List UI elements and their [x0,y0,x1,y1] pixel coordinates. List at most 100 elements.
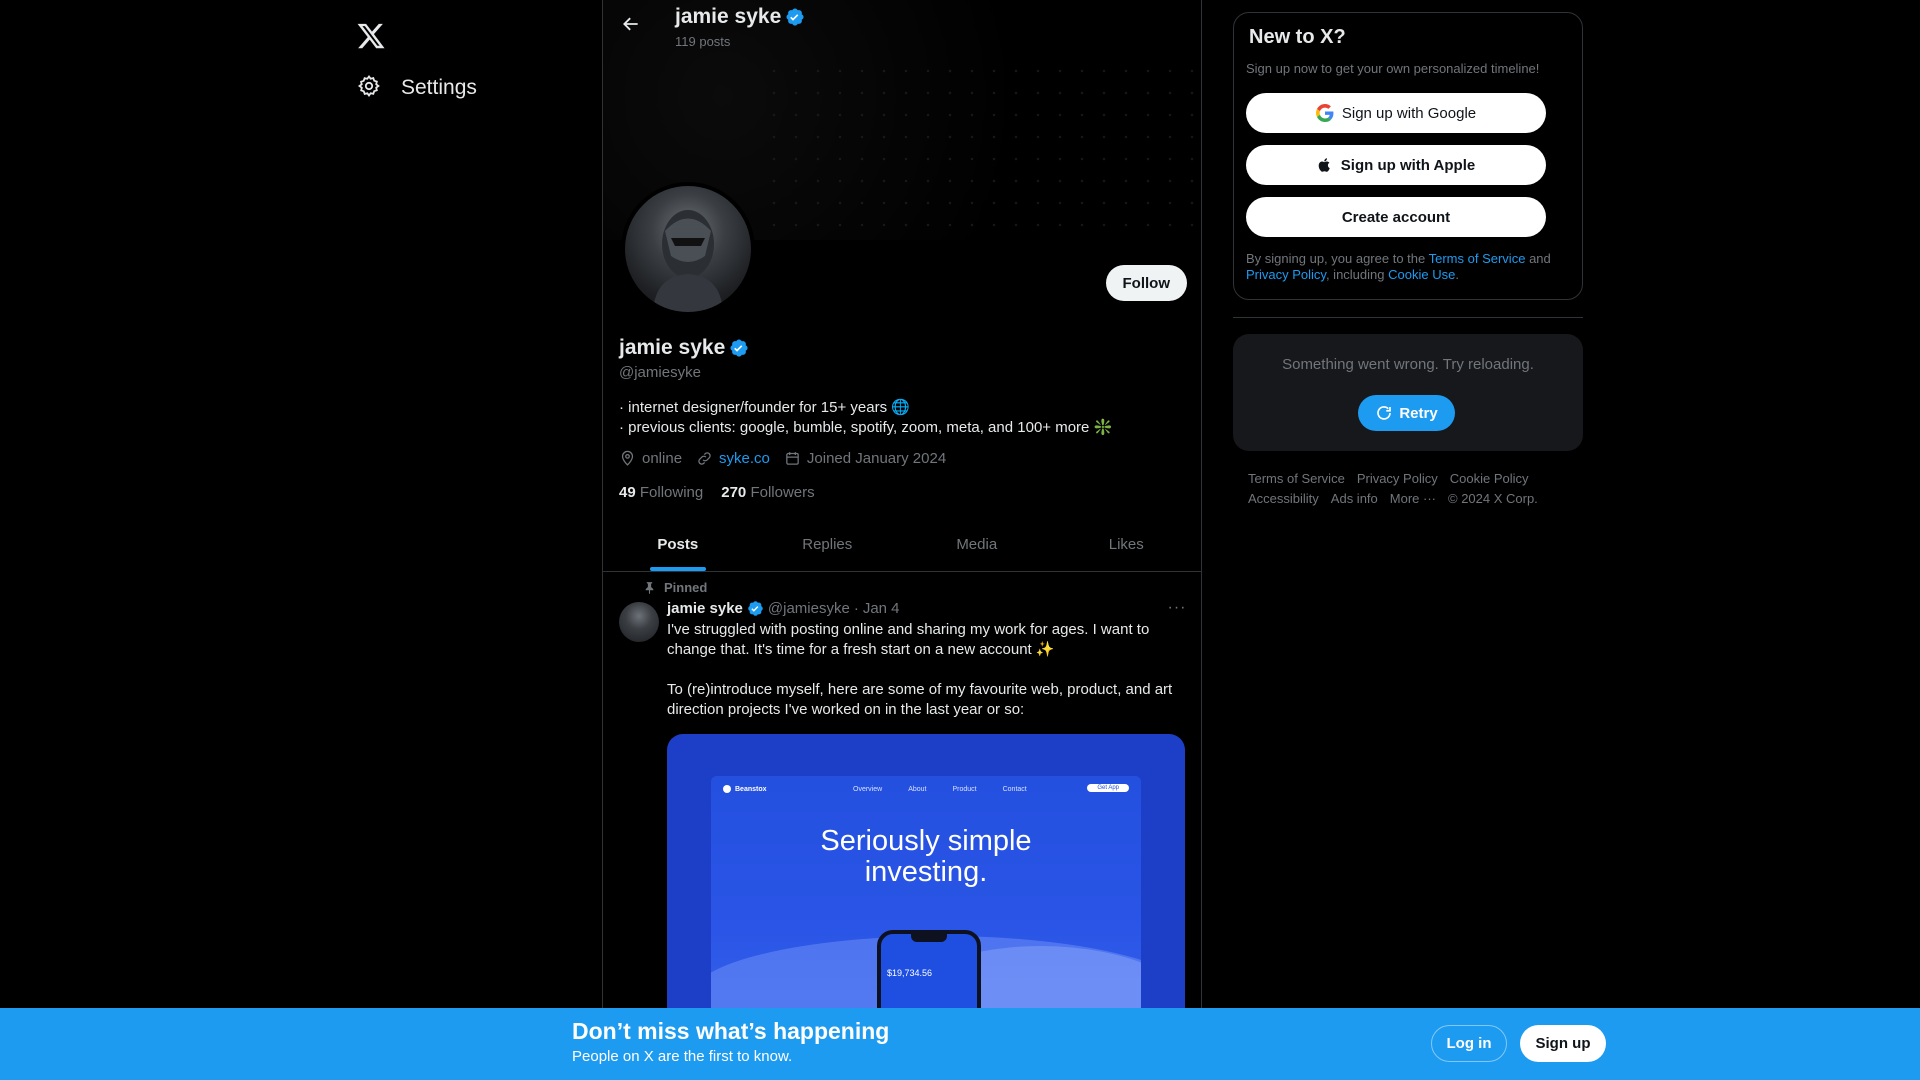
headline-line: investing. [864,856,988,888]
login-button[interactable]: Log in [1431,1025,1507,1062]
tweet-separator: · [853,600,859,617]
footer-link[interactable]: Terms of Service [1248,471,1345,486]
error-card: Something went wrong. Try reloading. Ret… [1233,334,1583,451]
signup-card: New to X? Sign up now to get your own pe… [1233,12,1583,300]
tweet-media-image[interactable]: Beanstox Overview About Product Contact … [667,734,1185,1008]
terms-text: , including [1325,267,1385,282]
error-message: Something went wrong. Try reloading. [1282,356,1534,373]
signup-apple-button[interactable]: Sign up with Apple [1246,145,1546,185]
mockup-link: Product [952,785,977,793]
location-text: online [642,450,683,467]
bio-line: · internet designer/founder for 15+ year… [619,399,910,416]
footer-link[interactable]: Ads info [1331,491,1378,506]
verified-badge-icon [786,8,804,26]
follow-counts: 49 Following 270 Followers [619,484,815,501]
headline-line: Seriously simple [820,825,1032,857]
followers-count: 270 [721,484,747,501]
apple-icon [1318,158,1330,172]
post-count: 119 posts [675,34,731,49]
joined-item: Joined January 2024 [784,450,946,467]
verified-badge-icon [748,601,763,616]
mockup-link: Contact [1002,785,1027,793]
signup-google-button[interactable]: Sign up with Google [1246,93,1546,133]
profile-bio: · internet designer/founder for 15+ year… [619,398,1179,438]
followers-label: Followers [750,484,815,501]
verified-badge-icon [730,339,748,357]
mockup-link: About [908,785,927,793]
signup-button[interactable]: Sign up [1520,1025,1606,1062]
profile-avatar[interactable] [621,182,755,316]
tab-likes[interactable]: Likes [1052,518,1202,571]
location-item: online [619,450,682,467]
mockup-links: Overview About Product Contact [853,786,1027,793]
profile-column: jamie syke 119 posts Follow jamie syke @… [602,0,1202,1008]
followers-link[interactable]: 270 Followers [721,484,814,501]
joined-text: Joined January 2024 [806,450,947,467]
signup-title: New to X? [1249,26,1346,48]
settings-link[interactable]: Settings [345,66,489,110]
following-link[interactable]: 49 Following [619,484,703,501]
mockup-nav: Beanstox Overview About Product Contact … [711,776,1141,802]
cookie-use-link[interactable]: Cookie Use [1388,267,1455,282]
following-label: Following [639,484,704,501]
footer-link[interactable]: Privacy Policy [1357,471,1438,486]
mockup-headline: Seriously simple investing. [711,826,1141,888]
website-item: syke.co [696,450,770,467]
link-icon [698,452,711,465]
signup-google-label: Sign up with Google [1341,104,1477,122]
tab-replies[interactable]: Replies [753,518,903,571]
refresh-icon [1377,406,1392,420]
follow-button[interactable]: Follow [1105,265,1187,301]
settings-label: Settings [401,76,477,99]
footer-link[interactable]: Cookie Policy [1450,471,1529,486]
footer-more-link[interactable]: More ··· [1390,491,1436,506]
profile-header-bar: jamie syke 119 posts [603,0,1201,53]
x-logo-icon[interactable] [345,10,397,62]
mockup-link: Overview [853,785,883,793]
calendar-icon [786,452,799,465]
retry-button[interactable]: Retry [1358,395,1455,431]
tweet-text: I've struggled with posting online and s… [667,620,1187,740]
arrow-left-icon [621,14,641,39]
left-nav: Settings [330,0,600,1008]
terms-text: . [1455,267,1459,282]
mockup-brand: Beanstox [723,785,767,793]
terms-text: By signing up, you agree to the [1246,251,1426,266]
website-link[interactable]: syke.co [719,450,770,467]
footer-link[interactable]: Accessibility [1248,491,1319,506]
location-pin-icon [621,450,634,466]
tweet-author-name[interactable]: jamie syke [667,600,743,617]
tab-media[interactable]: Media [902,518,1052,571]
brand-logo-icon [723,785,731,793]
more-options-button[interactable]: ··· [1165,598,1189,618]
phone-mockup: $19,734.56 [877,930,981,1008]
tab-posts[interactable]: Posts [603,518,753,571]
pinned-indicator: Pinned [643,580,707,595]
header-title: jamie syke [675,5,805,29]
website-mockup: Beanstox Overview About Product Contact … [711,776,1141,1008]
header-name: jamie syke [675,5,782,28]
gear-icon [357,74,381,103]
sidebar-divider [1233,317,1583,318]
retry-label: Retry [1399,404,1438,422]
tweet-avatar[interactable] [619,602,659,642]
tweet-header: jamie syke @jamiesyke · Jan 4 [667,600,900,617]
pin-icon [645,582,654,594]
mockup-cta: Get App [1087,784,1129,792]
back-button[interactable] [613,8,649,44]
signup-subtitle: Sign up now to get your own personalized… [1246,61,1540,76]
tweet-date[interactable]: Jan 4 [863,600,900,617]
bottom-bar-subtitle: People on X are the first to know. [572,1048,793,1065]
footer-links: Terms of Service Privacy Policy Cookie Pol… [1248,469,1578,509]
copyright: © 2024 X Corp. [1448,491,1538,506]
profile-display-name: jamie syke [619,336,726,359]
tweet-paragraph: I've struggled with posting online and s… [667,621,1150,658]
tweet-paragraph: To (re)introduce myself, here are some o… [667,681,1173,718]
create-account-button[interactable]: Create account [1246,197,1546,237]
bottom-bar-title: Don’t miss what’s happening [572,1018,890,1044]
terms-of-service-link[interactable]: Terms of Service [1429,251,1526,266]
tweet-author-handle: @jamiesyke [767,600,850,617]
privacy-policy-link[interactable]: Privacy Policy [1246,267,1326,282]
phone-notch [911,934,947,942]
pinned-label: Pinned [664,580,708,595]
